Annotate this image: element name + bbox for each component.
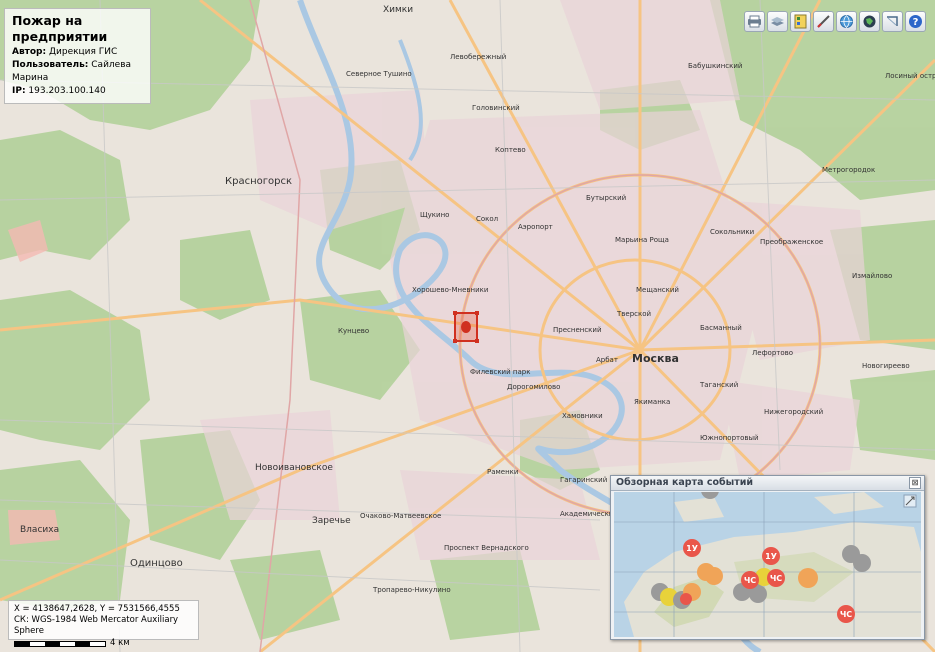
author-line: Автор: Дирекция ГИС <box>12 47 118 57</box>
map-label: Филевский парк <box>470 368 530 376</box>
printer-icon[interactable] <box>744 11 765 32</box>
svg-text:ЧС: ЧС <box>840 610 852 619</box>
map-label: Лосиный остров <box>885 72 935 80</box>
ip-line: IP: 193.203.100.140 <box>12 86 106 96</box>
map-label: Головинский <box>472 104 520 112</box>
map-label: Власиха <box>20 525 59 535</box>
globe-icon[interactable] <box>836 11 857 32</box>
map-label: Дорогомилово <box>507 383 560 391</box>
map-label: Щукино <box>420 211 449 219</box>
overview-map-window[interactable]: Обзорная карта событий ⊠ 1У 1У ЧС ЧС ЧС <box>610 475 925 640</box>
map-label: Мещанский <box>636 286 679 294</box>
measure-icon[interactable] <box>813 11 834 32</box>
crs-readout: СК: WGS-1984 Web Mercator Auxiliary Sphe… <box>14 615 179 636</box>
layers-icon[interactable] <box>767 11 788 32</box>
map-label: Бутырский <box>586 194 626 202</box>
overview-event-marker[interactable]: ЧС <box>741 571 759 589</box>
ip-value: 193.203.100.140 <box>28 86 106 96</box>
coordinates-panel: X = 4138647,2628, Y = 7531566,4555 СК: W… <box>8 600 199 648</box>
map-label: Новоивановское <box>255 463 333 473</box>
map-label: Тропарево-Никулино <box>372 586 451 594</box>
event-title: Пожар на предприятии <box>12 13 108 44</box>
map-label: Проспект Вернадского <box>444 544 529 552</box>
map-label: Красногорск <box>225 176 292 187</box>
basemap-icon[interactable] <box>859 11 880 32</box>
map-toolbar: ? <box>744 11 926 32</box>
map-label: Хорошево-Мневники <box>412 286 488 294</box>
map-label: Заречье <box>312 516 351 526</box>
help-icon[interactable]: ? <box>905 11 926 32</box>
map-label: Кунцево <box>338 327 369 335</box>
map-label: Северное Тушино <box>346 70 412 78</box>
map-label: Химки <box>383 5 413 15</box>
map-label: Тверской <box>616 310 651 318</box>
map-label: Лефортово <box>752 349 793 357</box>
scale-bar <box>14 640 106 647</box>
svg-text:ЧС: ЧС <box>770 574 782 583</box>
overview-event-marker[interactable]: ЧС <box>837 605 855 623</box>
user-line: Пользователь: Сайлева Марина <box>12 60 132 83</box>
svg-text:1У: 1У <box>765 552 777 561</box>
map-label: Метрогородок <box>822 166 875 174</box>
map-label: Арбат <box>596 356 618 364</box>
map-label: Гагаринский <box>560 476 607 484</box>
overview-event-marker[interactable]: 1У <box>683 539 701 557</box>
map-label: Сокол <box>476 215 498 223</box>
map-label: Левобережный <box>450 53 506 61</box>
map-label: Бабушкинский <box>688 62 743 70</box>
map-label: Якиманка <box>634 398 670 406</box>
map-label: Очаково-Матвеевское <box>360 512 441 520</box>
author-value: Дирекция ГИС <box>48 47 118 57</box>
map-label: Нижегородский <box>764 408 823 416</box>
map-label: Раменки <box>487 468 518 476</box>
scale-bar-row: 4 км <box>14 638 193 649</box>
event-info-panel: Пожар на предприятии Автор: Дирекция ГИС… <box>4 8 151 104</box>
svg-text:1У: 1У <box>686 544 698 553</box>
overview-event-marker[interactable]: ЧС <box>767 569 785 587</box>
map-label: Москва <box>632 352 679 365</box>
event-marker[interactable] <box>453 311 479 343</box>
svg-text:?: ? <box>913 17 919 28</box>
svg-text:ЧС: ЧС <box>744 576 756 585</box>
overview-map[interactable]: 1У 1У ЧС ЧС ЧС <box>614 492 921 637</box>
map-label: Преображенское <box>760 238 823 246</box>
overview-title: Обзорная карта событий <box>616 477 754 488</box>
map-label: Таганский <box>699 381 738 389</box>
map-label: Измайлово <box>852 272 892 280</box>
map-label: Южнопортовый <box>700 434 759 442</box>
map-label: Басманный <box>700 324 742 332</box>
map-label: Коптево <box>495 146 526 154</box>
overview-event-marker[interactable]: 1У <box>762 547 780 565</box>
map-label: Аэропорт <box>518 223 553 231</box>
close-icon[interactable]: ⊠ <box>909 477 921 489</box>
overview-title-bar[interactable]: Обзорная карта событий ⊠ <box>611 476 924 491</box>
map-label: Одинцово <box>130 558 183 569</box>
map-label: Новогиреево <box>862 362 910 370</box>
window-icon[interactable] <box>882 11 903 32</box>
scale-label: 4 км <box>110 638 130 648</box>
coordinates-readout: X = 4138647,2628, Y = 7531566,4555 <box>14 604 180 614</box>
legend-icon[interactable] <box>790 11 811 32</box>
map-label: Сокольники <box>710 228 754 236</box>
map-label: Марьина Роща <box>615 236 669 244</box>
map-label: Хамовники <box>562 412 603 420</box>
map-label: Пресненский <box>553 326 602 334</box>
